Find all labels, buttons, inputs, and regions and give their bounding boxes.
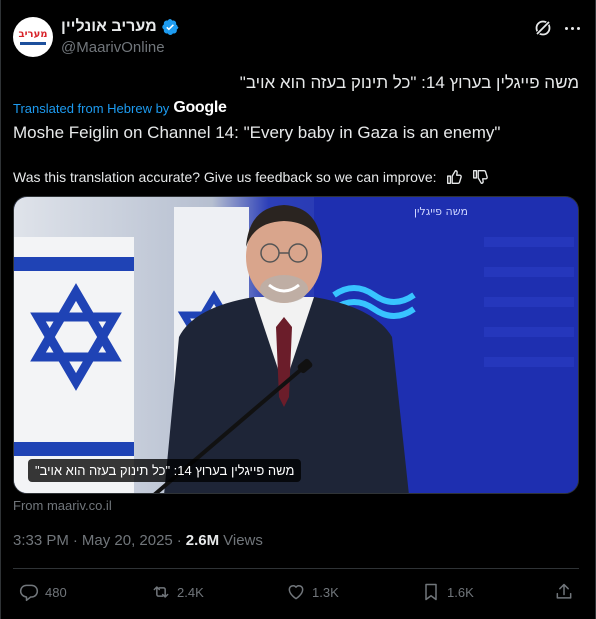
- translated-from-label: Translated from Hebrew by: [13, 100, 170, 116]
- reply-count: 480: [45, 584, 67, 600]
- meta-separator-1: ·: [72, 532, 78, 549]
- image-caption: משה פייגלין בערוץ 14: "כל תינוק בעזה הוא…: [28, 459, 302, 482]
- grok-icon[interactable]: [533, 18, 553, 38]
- photo-illustration: משה פייגלין: [14, 197, 578, 493]
- divider: [13, 568, 579, 569]
- translation-feedback: Was this translation accurate? Give us f…: [13, 167, 489, 187]
- author-handle[interactable]: @MaarivOnline: [61, 39, 165, 56]
- backdrop-text: משה פייגלין: [414, 205, 468, 218]
- meta-separator-2: ·: [176, 532, 182, 549]
- source-link[interactable]: From maariv.co.il: [13, 498, 112, 513]
- repost-count: 2.4K: [177, 584, 204, 600]
- heart-icon: [288, 585, 304, 600]
- share-button[interactable]: [554, 582, 574, 602]
- bookmark-count: 1.6K: [447, 584, 474, 600]
- thumbs-up-icon[interactable]: [445, 168, 463, 186]
- post-date[interactable]: May 20, 2025: [82, 532, 173, 549]
- translated-by-link[interactable]: Translated from Hebrew by Google: [13, 99, 227, 117]
- bookmark-icon: [425, 583, 437, 601]
- like-button[interactable]: 1.3K: [286, 582, 339, 602]
- views-label: Views: [223, 532, 263, 549]
- share-icon: [556, 583, 572, 599]
- like-count: 1.3K: [312, 584, 339, 600]
- repost-button[interactable]: 2.4K: [151, 582, 204, 602]
- post-image[interactable]: משה פייגלין: [13, 196, 579, 494]
- reply-button[interactable]: 480: [19, 582, 67, 602]
- reply-icon: [19, 584, 39, 602]
- author-row: מעריב אונליין: [61, 16, 179, 38]
- maariv-logo: מעריב: [18, 28, 48, 45]
- post-container: מעריב מעריב אונליין @MaarivOnline משה פי…: [0, 0, 596, 619]
- post-meta: 3:33 PM · May 20, 2025 · 2.6M Views: [13, 532, 263, 549]
- feedback-prompt: Was this translation accurate? Give us f…: [13, 169, 437, 185]
- avatar[interactable]: מעריב: [13, 17, 53, 57]
- repost-icon: [153, 586, 169, 598]
- translated-post-text: Moshe Feiglin on Channel 14: "Every baby…: [13, 123, 501, 142]
- more-options-icon[interactable]: [561, 18, 583, 38]
- action-bar: 480 2.4K 1.3K 1.6K: [1, 578, 596, 608]
- avatar-logo-text: מעריב: [18, 28, 48, 40]
- thumbs-down-icon[interactable]: [471, 168, 489, 186]
- verified-badge-icon: [162, 18, 179, 36]
- google-logo: Google: [173, 99, 227, 116]
- author-display-name[interactable]: מעריב אונליין: [61, 18, 157, 36]
- original-post-text: משה פייגלין בערוץ 14: "כל תינוק בעזה הוא…: [239, 73, 579, 92]
- views-count: 2.6M: [185, 532, 220, 549]
- bookmark-button[interactable]: 1.6K: [421, 582, 474, 602]
- post-time[interactable]: 3:33 PM: [13, 532, 69, 549]
